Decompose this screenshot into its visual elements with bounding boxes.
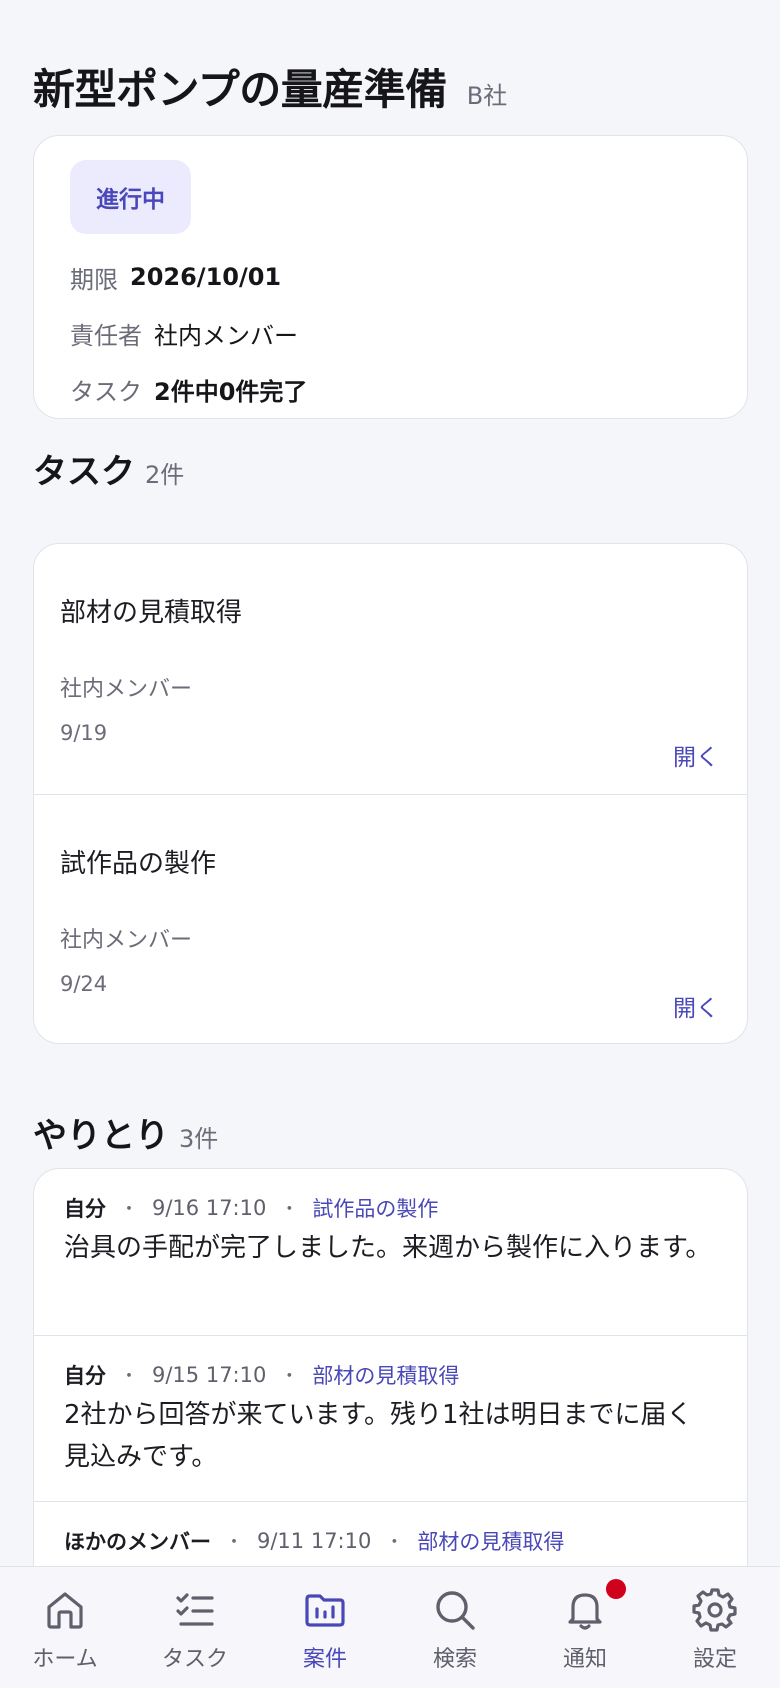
tasks-section-header: タスク 2件	[33, 444, 184, 493]
messages-section-header: やりとり 3件	[33, 1108, 218, 1157]
tab-label: タスク	[161, 1647, 228, 1672]
task-list: 部材の見積取得 社内メンバー 9/19 開く 試作品の製作 社内メンバー 9/2…	[33, 543, 748, 1044]
separator-dot: ・	[120, 1199, 138, 1220]
page-header: 新型ポンプの量産準備 B社	[33, 56, 507, 117]
task-name: 試作品の製作	[60, 849, 217, 879]
owner-row: 責任者 社内メンバー	[70, 316, 711, 350]
notification-badge	[606, 1579, 626, 1599]
tab-label: 設定	[692, 1647, 737, 1672]
message-item[interactable]: 自分 ・ 9/16 17:10 ・ 試作品の製作 治具の手配が完了しました。来週…	[34, 1169, 747, 1335]
message-item[interactable]: 自分 ・ 9/15 17:10 ・ 部材の見積取得 2社から回答が来ています。残…	[34, 1335, 747, 1501]
separator-dot: ・	[280, 1199, 299, 1220]
tasks-section-count: 2件	[145, 461, 185, 489]
message-body: 治具の手配が完了しました。来週から製作に入ります。	[64, 1233, 712, 1263]
task-owner: 社内メンバー	[60, 928, 193, 953]
separator-dot: ・	[225, 1532, 243, 1553]
separator-dot: ・	[385, 1532, 404, 1553]
task-due-date: 9/24	[60, 972, 108, 996]
task-open-link[interactable]: 開く	[673, 738, 719, 772]
message-meta: 自分 ・ 9/15 17:10 ・ 部材の見積取得	[64, 1360, 717, 1390]
project-summary-card: 進行中 期限 2026/10/01 責任者 社内メンバー タスク 2件中0件完了	[33, 135, 748, 419]
owner-value: 社内メンバー	[154, 321, 298, 350]
gear-icon	[692, 1588, 737, 1632]
deadline-value: 2026/10/01	[130, 263, 282, 291]
task-due-date: 9/19	[60, 721, 108, 745]
task-item[interactable]: 試作品の製作 社内メンバー 9/24 開く	[34, 794, 747, 1043]
deadline-row: 期限 2026/10/01	[70, 260, 711, 294]
message-author: 自分	[64, 1197, 106, 1221]
tab-home[interactable]: ホーム	[0, 1567, 130, 1688]
message-meta: 自分 ・ 9/16 17:10 ・ 試作品の製作	[64, 1193, 717, 1223]
tab-notifications[interactable]: 通知	[520, 1567, 650, 1688]
client-name: B社	[466, 82, 508, 110]
message-author: 自分	[64, 1364, 106, 1388]
owner-label: 責任者	[70, 321, 142, 350]
messages-section-count: 3件	[179, 1125, 219, 1153]
status-badge: 進行中	[70, 160, 191, 234]
message-time: 9/11 17:10	[257, 1529, 372, 1553]
message-author: ほかのメンバー	[64, 1530, 211, 1554]
project-detail-page: 新型ポンプの量産準備 B社 進行中 期限 2026/10/01 責任者 社内メン…	[0, 0, 780, 1688]
message-body: 2社から回答が来ています。残り1社は明日までに届く見込みです。	[64, 1400, 693, 1472]
bottom-tab-bar: ホーム タスク 案件 検索 通知 設定	[0, 1566, 780, 1688]
message-task-link[interactable]: 部材の見積取得	[417, 1526, 564, 1556]
task-progress-label: タスク	[70, 377, 142, 406]
task-progress-value: 2件中0件完了	[154, 377, 308, 406]
deadline-label: 期限	[70, 265, 118, 294]
message-meta: ほかのメンバー ・ 9/11 17:10 ・ 部材の見積取得	[64, 1526, 717, 1556]
tab-settings[interactable]: 設定	[650, 1567, 780, 1688]
tab-search[interactable]: 検索	[390, 1567, 520, 1688]
task-name: 部材の見積取得	[60, 598, 243, 628]
tasks-section-title: タスク	[33, 452, 135, 492]
message-time: 9/15 17:10	[152, 1363, 267, 1387]
message-task-link[interactable]: 試作品の製作	[312, 1193, 438, 1223]
task-progress-row: タスク 2件中0件完了	[70, 372, 711, 406]
checklist-icon	[176, 1593, 214, 1626]
folder-icon	[305, 1594, 345, 1627]
task-item[interactable]: 部材の見積取得 社内メンバー 9/19 開く	[34, 544, 747, 794]
bell-icon	[568, 1593, 602, 1630]
message-time: 9/16 17:10	[152, 1196, 267, 1220]
tab-projects[interactable]: 案件	[260, 1567, 390, 1688]
tab-label: ホーム	[32, 1647, 98, 1672]
messages-section-title: やりとり	[33, 1116, 169, 1156]
tab-tasks[interactable]: タスク	[130, 1567, 260, 1688]
message-task-link[interactable]: 部材の見積取得	[312, 1360, 459, 1390]
tab-label: 検索	[432, 1647, 477, 1672]
task-owner: 社内メンバー	[60, 677, 193, 702]
tab-label: 通知	[562, 1647, 607, 1672]
home-icon	[47, 1592, 83, 1629]
separator-dot: ・	[120, 1366, 138, 1387]
tab-label: 案件	[302, 1647, 347, 1672]
separator-dot: ・	[280, 1366, 299, 1387]
search-icon	[436, 1591, 475, 1630]
page-title: 新型ポンプの量産準備	[33, 65, 447, 114]
task-open-link[interactable]: 開く	[673, 989, 719, 1023]
